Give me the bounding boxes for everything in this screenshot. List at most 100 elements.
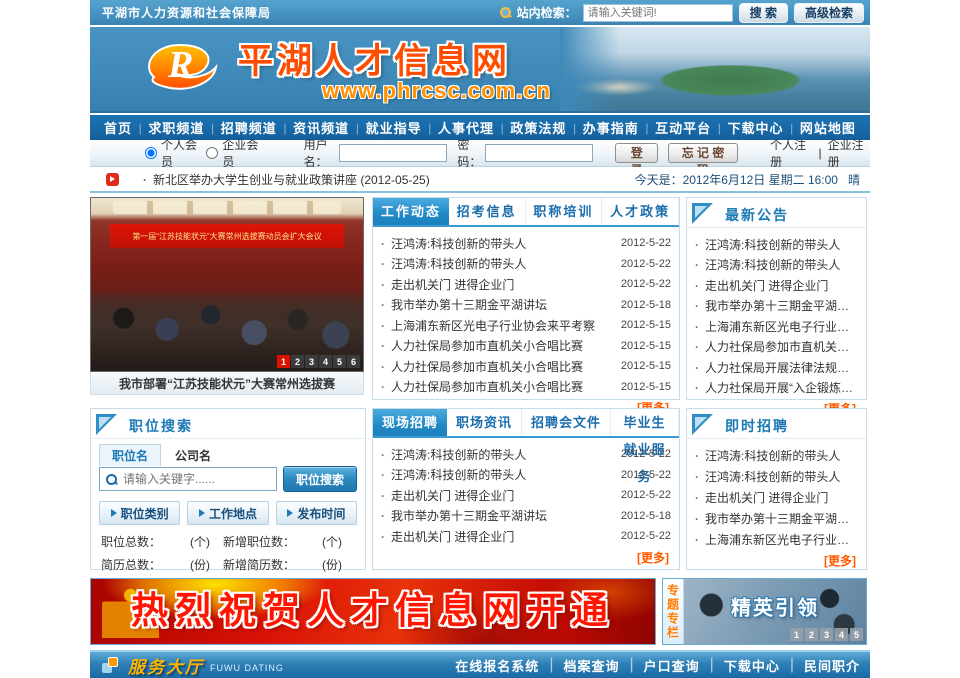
pager-item[interactable]: 1	[790, 628, 803, 641]
company-register-link[interactable]: 企业注册	[828, 136, 870, 170]
personal-member-radio[interactable]	[145, 147, 157, 159]
job-filters: 职位类别 工作地点 发布时间	[99, 501, 357, 525]
personal-register-link[interactable]: 个人注册	[770, 136, 812, 170]
news-item[interactable]: 我市举办第十三期金平湖讲坛2012-5-18	[381, 506, 671, 527]
nav-item-hr-agency[interactable]: 人事代理	[438, 118, 494, 137]
search-button[interactable]: 搜 索	[739, 3, 788, 23]
special-column-photo[interactable]: 精英引领 1 2 3 4 5	[684, 579, 866, 644]
username-field[interactable]	[339, 144, 447, 162]
tab-work-news[interactable]: 工作动态	[373, 198, 449, 225]
site-url: www.phrcsc.com.cn	[322, 78, 551, 104]
news-item[interactable]: 走出机关门 进得企业门2012-5-22	[381, 485, 671, 506]
link-household-query[interactable]: 户口查询	[644, 656, 700, 675]
pager-item[interactable]: 4	[319, 355, 332, 368]
nav-item-downloads[interactable]: 下载中心	[728, 118, 784, 137]
personal-member-label: 个人会员	[161, 136, 202, 170]
more-link[interactable]: [更多]	[373, 549, 679, 570]
announcement-item[interactable]: 上海浦东新区光电子行业协会来平考	[695, 316, 858, 337]
announcement-item[interactable]: 走出机关门 进得企业门	[695, 275, 858, 296]
celebration-banner[interactable]: 热烈祝贺人才信息网开通	[90, 578, 656, 645]
pager-item[interactable]: 3	[820, 628, 833, 641]
special-column-strip: 专题专栏	[663, 579, 684, 644]
nav-separator: |	[139, 121, 142, 135]
news-item[interactable]: 我市举办第十三期金平湖讲坛2012-5-18	[381, 295, 671, 316]
nav-item-recruit[interactable]: 招聘频道	[221, 118, 277, 137]
pager-item[interactable]: 1	[277, 355, 290, 368]
pager-item[interactable]: 2	[291, 355, 304, 368]
nav-separator: |	[718, 121, 721, 135]
login-button[interactable]: 登 录	[615, 143, 658, 163]
news-item[interactable]: 汪鸿涛:科技创新的带头人2012-5-22	[381, 233, 671, 254]
link-online-registration[interactable]: 在线报名系统	[455, 656, 539, 675]
header-city-photo	[560, 27, 870, 113]
tab-title-training[interactable]: 职称培训	[526, 198, 603, 225]
announcement-item[interactable]: 汪鸿涛:科技创新的带头人	[695, 255, 858, 276]
pager-item[interactable]: 5	[333, 355, 346, 368]
news-item[interactable]: 人力社保局参加市直机关小合唱比赛2012-5-15	[381, 377, 671, 398]
nav-item-news[interactable]: 资讯频道	[293, 118, 349, 137]
company-member-radio[interactable]	[206, 147, 218, 159]
nav-item-services[interactable]: 办事指南	[583, 118, 639, 137]
tab-exam-info[interactable]: 招考信息	[449, 198, 526, 225]
slideshow-image[interactable]: 第一届“江苏技能状元”大赛常州选拔赛动员会扩大会议 1 2 3 4 5 6	[90, 197, 364, 372]
job-item[interactable]: 我市举办第十三期金平湖讲坛	[695, 508, 858, 529]
password-label: 密码：	[457, 136, 481, 170]
link-download-center[interactable]: 下载中心	[724, 656, 780, 675]
nav-item-jobseek[interactable]: 求职频道	[148, 118, 204, 137]
advanced-search-button[interactable]: 高级检索	[794, 3, 864, 23]
news-item[interactable]: 走出机关门 进得企业门2012-5-22	[381, 274, 671, 295]
site-search-input[interactable]	[583, 4, 733, 22]
news-item[interactable]: 走出机关门 进得企业门2012-5-22	[381, 526, 671, 547]
tab-onsite-recruit[interactable]: 现场招聘	[373, 409, 447, 436]
job-item[interactable]: 走出机关门 进得企业门	[695, 487, 858, 508]
news-item[interactable]: 汪鸿涛:科技创新的带头人2012-5-22	[381, 465, 671, 486]
news-item[interactable]: 汪鸿涛:科技创新的带头人2012-5-22	[381, 254, 671, 275]
nav-item-sitemap[interactable]: 网站地图	[800, 118, 856, 137]
announcement-item[interactable]: 我市举办第十三期金平湖讲坛	[695, 296, 858, 317]
tab-position-name[interactable]: 职位名	[99, 444, 161, 466]
announcement-item[interactable]: 汪鸿涛:科技创新的带头人	[695, 234, 858, 255]
news-item[interactable]: 上海浦东新区光电子行业协会来平考察2012-5-15	[381, 315, 671, 336]
service-hall-subtitle: FUWU DATING	[210, 663, 284, 673]
news-item[interactable]: 人力社保局参加市直机关小合唱比赛2012-5-15	[381, 336, 671, 357]
nav-item-interaction[interactable]: 互动平台	[655, 118, 711, 137]
nav-item-guidance[interactable]: 就业指导	[366, 118, 422, 137]
filter-date-button[interactable]: 发布时间	[276, 501, 357, 525]
job-search-button[interactable]: 职位搜索	[283, 466, 357, 492]
tab-talent-policy[interactable]: 人才政策	[602, 198, 679, 225]
link-archive-query[interactable]: 档案查询	[563, 656, 619, 675]
tab-company-name[interactable]: 公司名	[163, 445, 223, 466]
slideshow-caption[interactable]: 我市部署“江苏技能状元”大赛常州选拔赛	[90, 372, 364, 395]
pager-item[interactable]: 4	[835, 628, 848, 641]
announcement-item[interactable]: 人力社保局开展“入企锻炼提素质”	[695, 378, 858, 399]
job-search-tabs: 职位名 公司名	[99, 445, 357, 466]
tab-jobfair-files[interactable]: 招聘会文件	[522, 409, 611, 436]
ticker-news-link[interactable]: 新北区举办大学生创业与就业政策讲座 (2012-05-25)	[143, 171, 430, 188]
announcement-item[interactable]: 人力社保局开展法律法规巡回培训	[695, 357, 858, 378]
nav-separator: |	[790, 121, 793, 135]
job-item[interactable]: 汪鸿涛:科技创新的带头人	[695, 466, 858, 487]
job-item[interactable]: 上海浦东新区光电子行业协会来平考	[695, 529, 858, 550]
tab-career-info[interactable]: 职场资讯	[447, 409, 522, 436]
pager-item[interactable]: 3	[305, 355, 318, 368]
pager-item[interactable]: 6	[347, 355, 360, 368]
header: R 平湖人才信息网 www.phrcsc.com.cn	[90, 27, 870, 113]
forgot-password-button[interactable]: 忘 记 密 码	[668, 143, 738, 163]
tab-graduate-services[interactable]: 毕业生就业服务	[611, 409, 679, 436]
nav-item-home[interactable]: 首页	[104, 118, 132, 137]
stat-label: 新增简历数：	[223, 556, 309, 573]
search-icon	[106, 474, 117, 485]
filter-location-button[interactable]: 工作地点	[187, 501, 268, 525]
keyword-input[interactable]	[123, 472, 270, 486]
password-field[interactable]	[485, 144, 593, 162]
news-item[interactable]: 人力社保局参加市直机关小合唱比赛2012-5-15	[381, 356, 671, 377]
pager-item[interactable]: 2	[805, 628, 818, 641]
pager-item[interactable]: 5	[850, 628, 863, 641]
more-link[interactable]: [更多]	[687, 552, 866, 573]
announcement-item[interactable]: 人力社保局参加市直机关小合唱比赛	[695, 337, 858, 358]
link-private-agency[interactable]: 民间职介	[804, 656, 860, 675]
login-bar: 个人会员 企业会员 用户名： 密码： 登 录 忘 记 密 码 个人注册 | 企业…	[90, 140, 870, 167]
nav-item-policies[interactable]: 政策法规	[510, 118, 566, 137]
filter-category-button[interactable]: 职位类别	[99, 501, 180, 525]
job-item[interactable]: 汪鸿涛:科技创新的带头人	[695, 445, 858, 466]
